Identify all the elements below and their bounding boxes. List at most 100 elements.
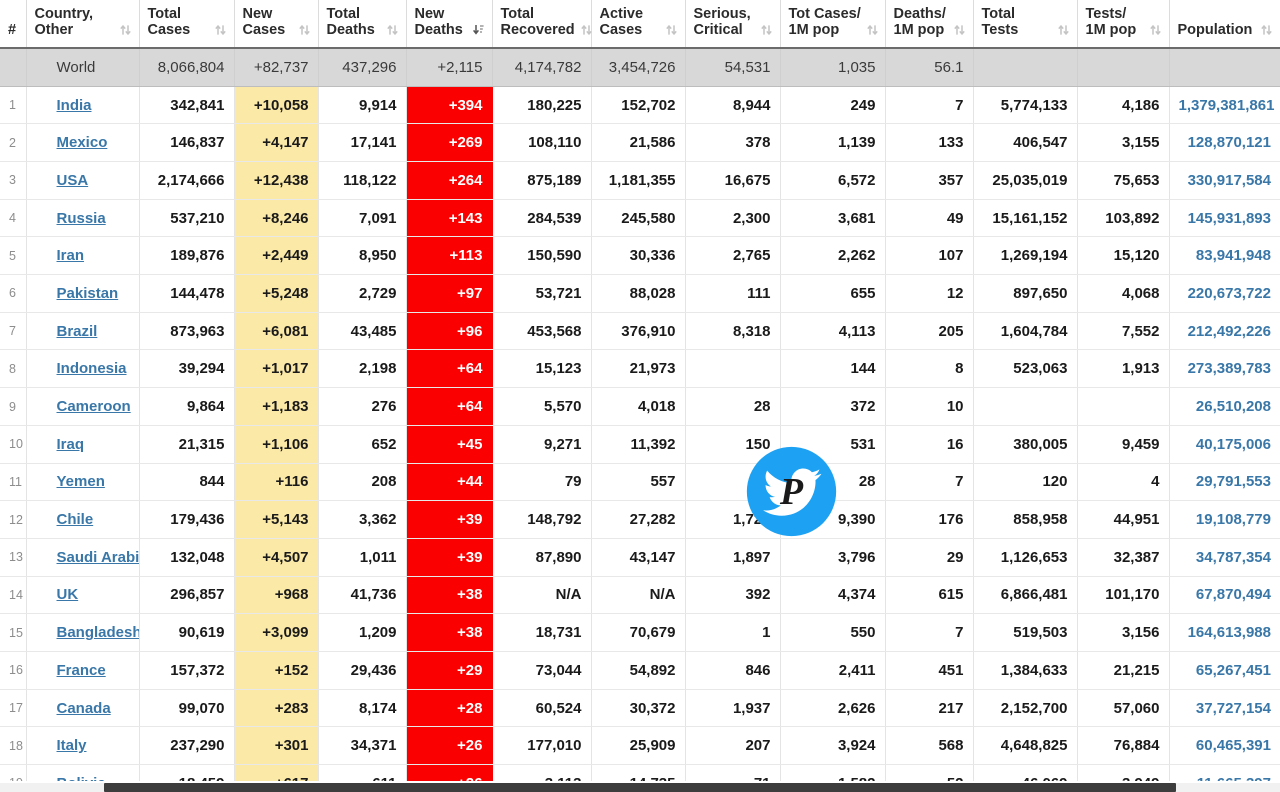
sort-toggle-icon[interactable] [214,23,226,37]
country-link[interactable]: France [57,662,106,679]
cell-active: 1,181,355 [591,161,686,200]
cell-recovered: 177,010 [492,726,592,766]
country-link[interactable]: Pakistan [57,285,119,302]
column-header-newdeaths[interactable]: New Deaths [406,0,493,50]
table-row: 14 UK 296,857 +968 41,736 +38 N/A N/A 392 4,374 61… [0,576,1280,615]
cell-country: India [26,86,140,125]
cell-cases1m: 655 [780,274,886,313]
cell-newdeaths: +96 [406,312,493,351]
cell-deaths: 1,209 [318,613,407,652]
cell-total: 39,294 [139,349,235,389]
cell-deaths: 29,436 [318,651,407,690]
country-link[interactable]: Iraq [57,436,85,453]
column-header-country[interactable]: Country, Other [26,0,140,50]
country-link[interactable]: Yemen [57,473,105,490]
cell-tests: 1,604,784 [973,312,1078,351]
cell-newdeaths: +39 [406,500,493,539]
country-link[interactable]: Indonesia [57,360,127,377]
sort-toggle-icon[interactable] [866,23,878,37]
cell-total: 537,210 [139,199,235,238]
cell-newdeaths: +64 [406,349,493,389]
column-header-newcases[interactable]: New Cases [234,0,319,50]
cell-active: 54,892 [591,651,686,690]
table-row: 13 Saudi Arabia 132,048 +4,507 1,011 +39 87,89… [0,538,1280,577]
sort-toggle-icon[interactable] [665,23,677,37]
column-header-active[interactable]: Active Cases [591,0,686,50]
sort-toggle-icon[interactable] [953,23,965,37]
column-header-tests1m[interactable]: Tests/1M pop [1077,0,1170,50]
cell-recovered: 9,271 [492,425,592,464]
sort-toggle-icon[interactable] [386,23,398,37]
cell-total: 132,048 [139,538,235,577]
column-header-population[interactable]: Population [1169,0,1280,50]
cell-active: N/A [591,576,686,615]
country-link[interactable]: Saudi Arabia [57,549,139,566]
cell-total: 9,864 [139,387,235,426]
cell-population: 330,917,584 [1169,161,1280,200]
sort-desc-icon[interactable] [472,23,484,37]
cell-newdeaths: +269 [406,123,493,163]
column-header-cases1m[interactable]: Tot Cases/1M pop [780,0,886,50]
column-header-label: Country, Other [34,6,94,39]
column-header-recovered[interactable]: Total Recovered [492,0,592,50]
cell-tests1m: 44,951 [1077,500,1170,539]
cell-cases1m: 2,411 [780,651,886,690]
cell-newdeaths: +264 [406,161,493,200]
sort-toggle-icon[interactable] [119,23,131,37]
horizontal-scrollbar[interactable] [0,781,1280,792]
column-header-deaths[interactable]: Total Deaths [318,0,407,50]
country-link[interactable]: Canada [57,700,111,717]
table-row: 7 Brazil 873,963 +6,081 43,485 +96 453,568 376,… [0,312,1280,351]
cell-newcases: +2,449 [234,236,319,276]
cell-rank: 5 [0,236,27,276]
country-link[interactable]: Iran [57,247,85,264]
sort-toggle-icon[interactable] [760,23,772,37]
cell-cases1m: 3,924 [780,726,886,766]
table-header-row: # Country, Other Total Cases New Cases Total Dea… [0,0,1280,50]
cell-newcases: +1,017 [234,349,319,389]
cell-tests: 1,384,633 [973,651,1078,690]
table-scroll-region[interactable]: # Country, Other Total Cases New Cases Total Dea… [0,0,1280,792]
column-header-label: New Deaths [414,6,463,39]
scrollbar-thumb[interactable] [104,783,1176,792]
country-link[interactable]: Brazil [57,323,98,340]
sort-toggle-icon[interactable] [1261,23,1272,37]
country-link[interactable]: Chile [57,511,94,528]
cell-deaths: 3,362 [318,500,407,539]
country-link[interactable]: Cameroon [57,398,131,415]
column-header-label: Active Cases [599,6,644,39]
country-link[interactable]: India [57,97,92,114]
column-header-serious[interactable]: Serious, Critical [685,0,781,50]
cell-cases1m: 2,262 [780,236,886,276]
sort-toggle-icon[interactable] [298,23,310,37]
cell-population: 273,389,783 [1169,349,1280,389]
cell-serious: 2,765 [685,236,781,276]
country-link[interactable]: USA [57,172,89,189]
cell-tests1m: 15,120 [1077,236,1170,276]
cell-country: Mexico [26,123,140,163]
cell-newcases: +10,058 [234,86,319,125]
country-link[interactable]: Bangladesh [57,624,139,641]
column-header-rank[interactable]: # [0,0,27,50]
cell-tests: 25,035,019 [973,161,1078,200]
column-header-tests[interactable]: Total Tests [973,0,1078,50]
country-link[interactable]: Italy [57,737,87,754]
cell-deaths: 8,174 [318,689,407,728]
country-link[interactable]: UK [57,586,79,603]
cell-newdeaths: +44 [406,463,493,502]
cell-newcases: +12,438 [234,161,319,200]
table-row: 8 Indonesia 39,294 +1,017 2,198 +64 15,123 21,9… [0,349,1280,389]
cell-cases1m: 4,113 [780,312,886,351]
column-header-deaths1m[interactable]: Deaths/1M pop [885,0,974,50]
sort-toggle-icon[interactable] [1149,23,1161,37]
cell-total: 157,372 [139,651,235,690]
sort-toggle-icon[interactable] [1057,23,1069,37]
country-link[interactable]: Mexico [57,134,108,151]
cell-deaths1m: 10 [885,387,974,426]
cell-cases1m: 2,626 [780,689,886,728]
column-header-label: Population [1177,22,1253,39]
sort-toggle-icon[interactable] [580,23,592,37]
country-link[interactable]: Russia [57,210,106,227]
cell-deaths: 437,296 [318,48,407,87]
column-header-total[interactable]: Total Cases [139,0,235,50]
